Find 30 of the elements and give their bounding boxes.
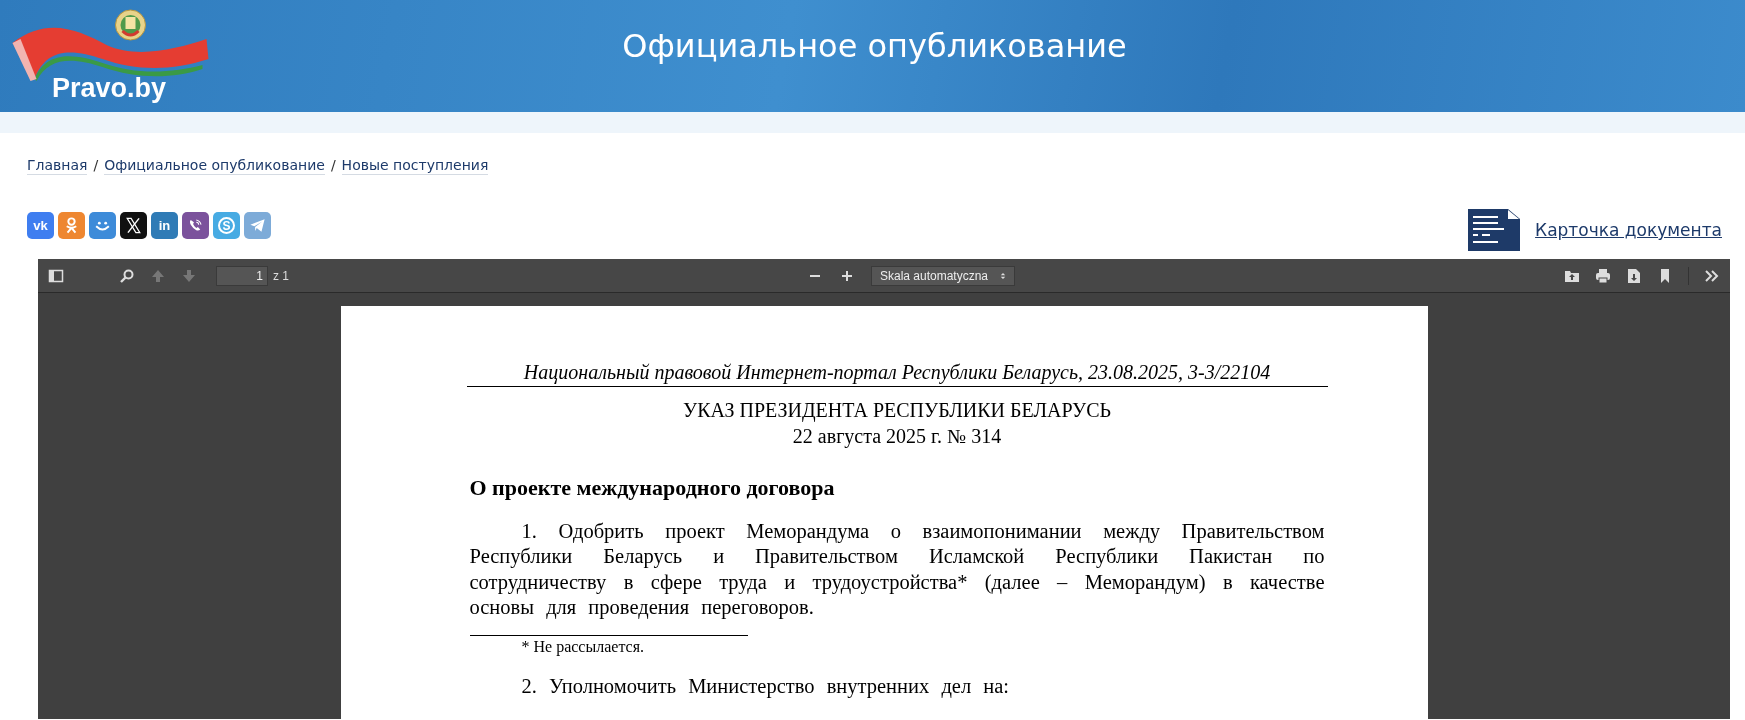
breadcrumb-link[interactable]: Главная — [27, 157, 88, 175]
breadcrumb-link[interactable]: Официальное опубликование — [104, 157, 325, 175]
breadcrumb-separator: / — [330, 157, 336, 173]
logo-text[interactable]: Pravo.by — [52, 72, 167, 104]
up-down-caret-icon — [1000, 270, 1007, 281]
document-card-link[interactable]: Карточка документа — [1468, 209, 1722, 251]
page-number-field[interactable]: 1 — [216, 265, 268, 286]
document-heading: О проекте международного договора — [469, 475, 836, 501]
footnote: * Не рассылается. — [520, 637, 646, 656]
zoom-select[interactable]: Skala automatyczna — [870, 265, 1016, 286]
paper-plane-icon — [248, 216, 267, 235]
page-title: Официальное опубликование — [621, 27, 1128, 65]
share-button[interactable]: vk — [27, 212, 54, 239]
breadcrumb-link[interactable]: Новые поступления — [341, 157, 489, 175]
paragraph: 2. Уполномочить Министерство внутренних дел на: — [520, 673, 1011, 700]
share-button[interactable]: in — [151, 212, 178, 239]
decree-title: УКАЗ ПРЕЗИДЕНТА РЕСПУБЛИКИ БЕЛАРУСЬ — [681, 398, 1112, 423]
search-icon[interactable] — [119, 267, 135, 284]
download-icon[interactable] — [1626, 267, 1642, 284]
breadcrumb-separator: / — [93, 157, 99, 173]
document-icon — [1468, 209, 1521, 251]
sidebar-toggle-icon[interactable] — [48, 267, 64, 284]
share-button[interactable] — [120, 212, 147, 239]
double-chevron-icon[interactable] — [1704, 267, 1720, 284]
source-line: Национальный правовой Интернет-портал Республики Беларусь, 23.08.2025, 3-3/22104 — [466, 361, 1328, 387]
page-count: z 1 — [273, 268, 289, 283]
decree-title: 22 августа 2025 г. № 314 — [791, 424, 1003, 449]
paragraph: 1. Одобрить проект Меморандума о взаимопонимании между Правительством Республики Беларусь и Правительством Исламской Республики Пакистан по сотрудничеству в сфере труда и трудоустройства* (далее – Меморандум) в качестве основы для проведения переговоров. — [469, 519, 1325, 621]
x-mark-icon — [124, 216, 143, 235]
print-icon[interactable] — [1595, 267, 1611, 284]
